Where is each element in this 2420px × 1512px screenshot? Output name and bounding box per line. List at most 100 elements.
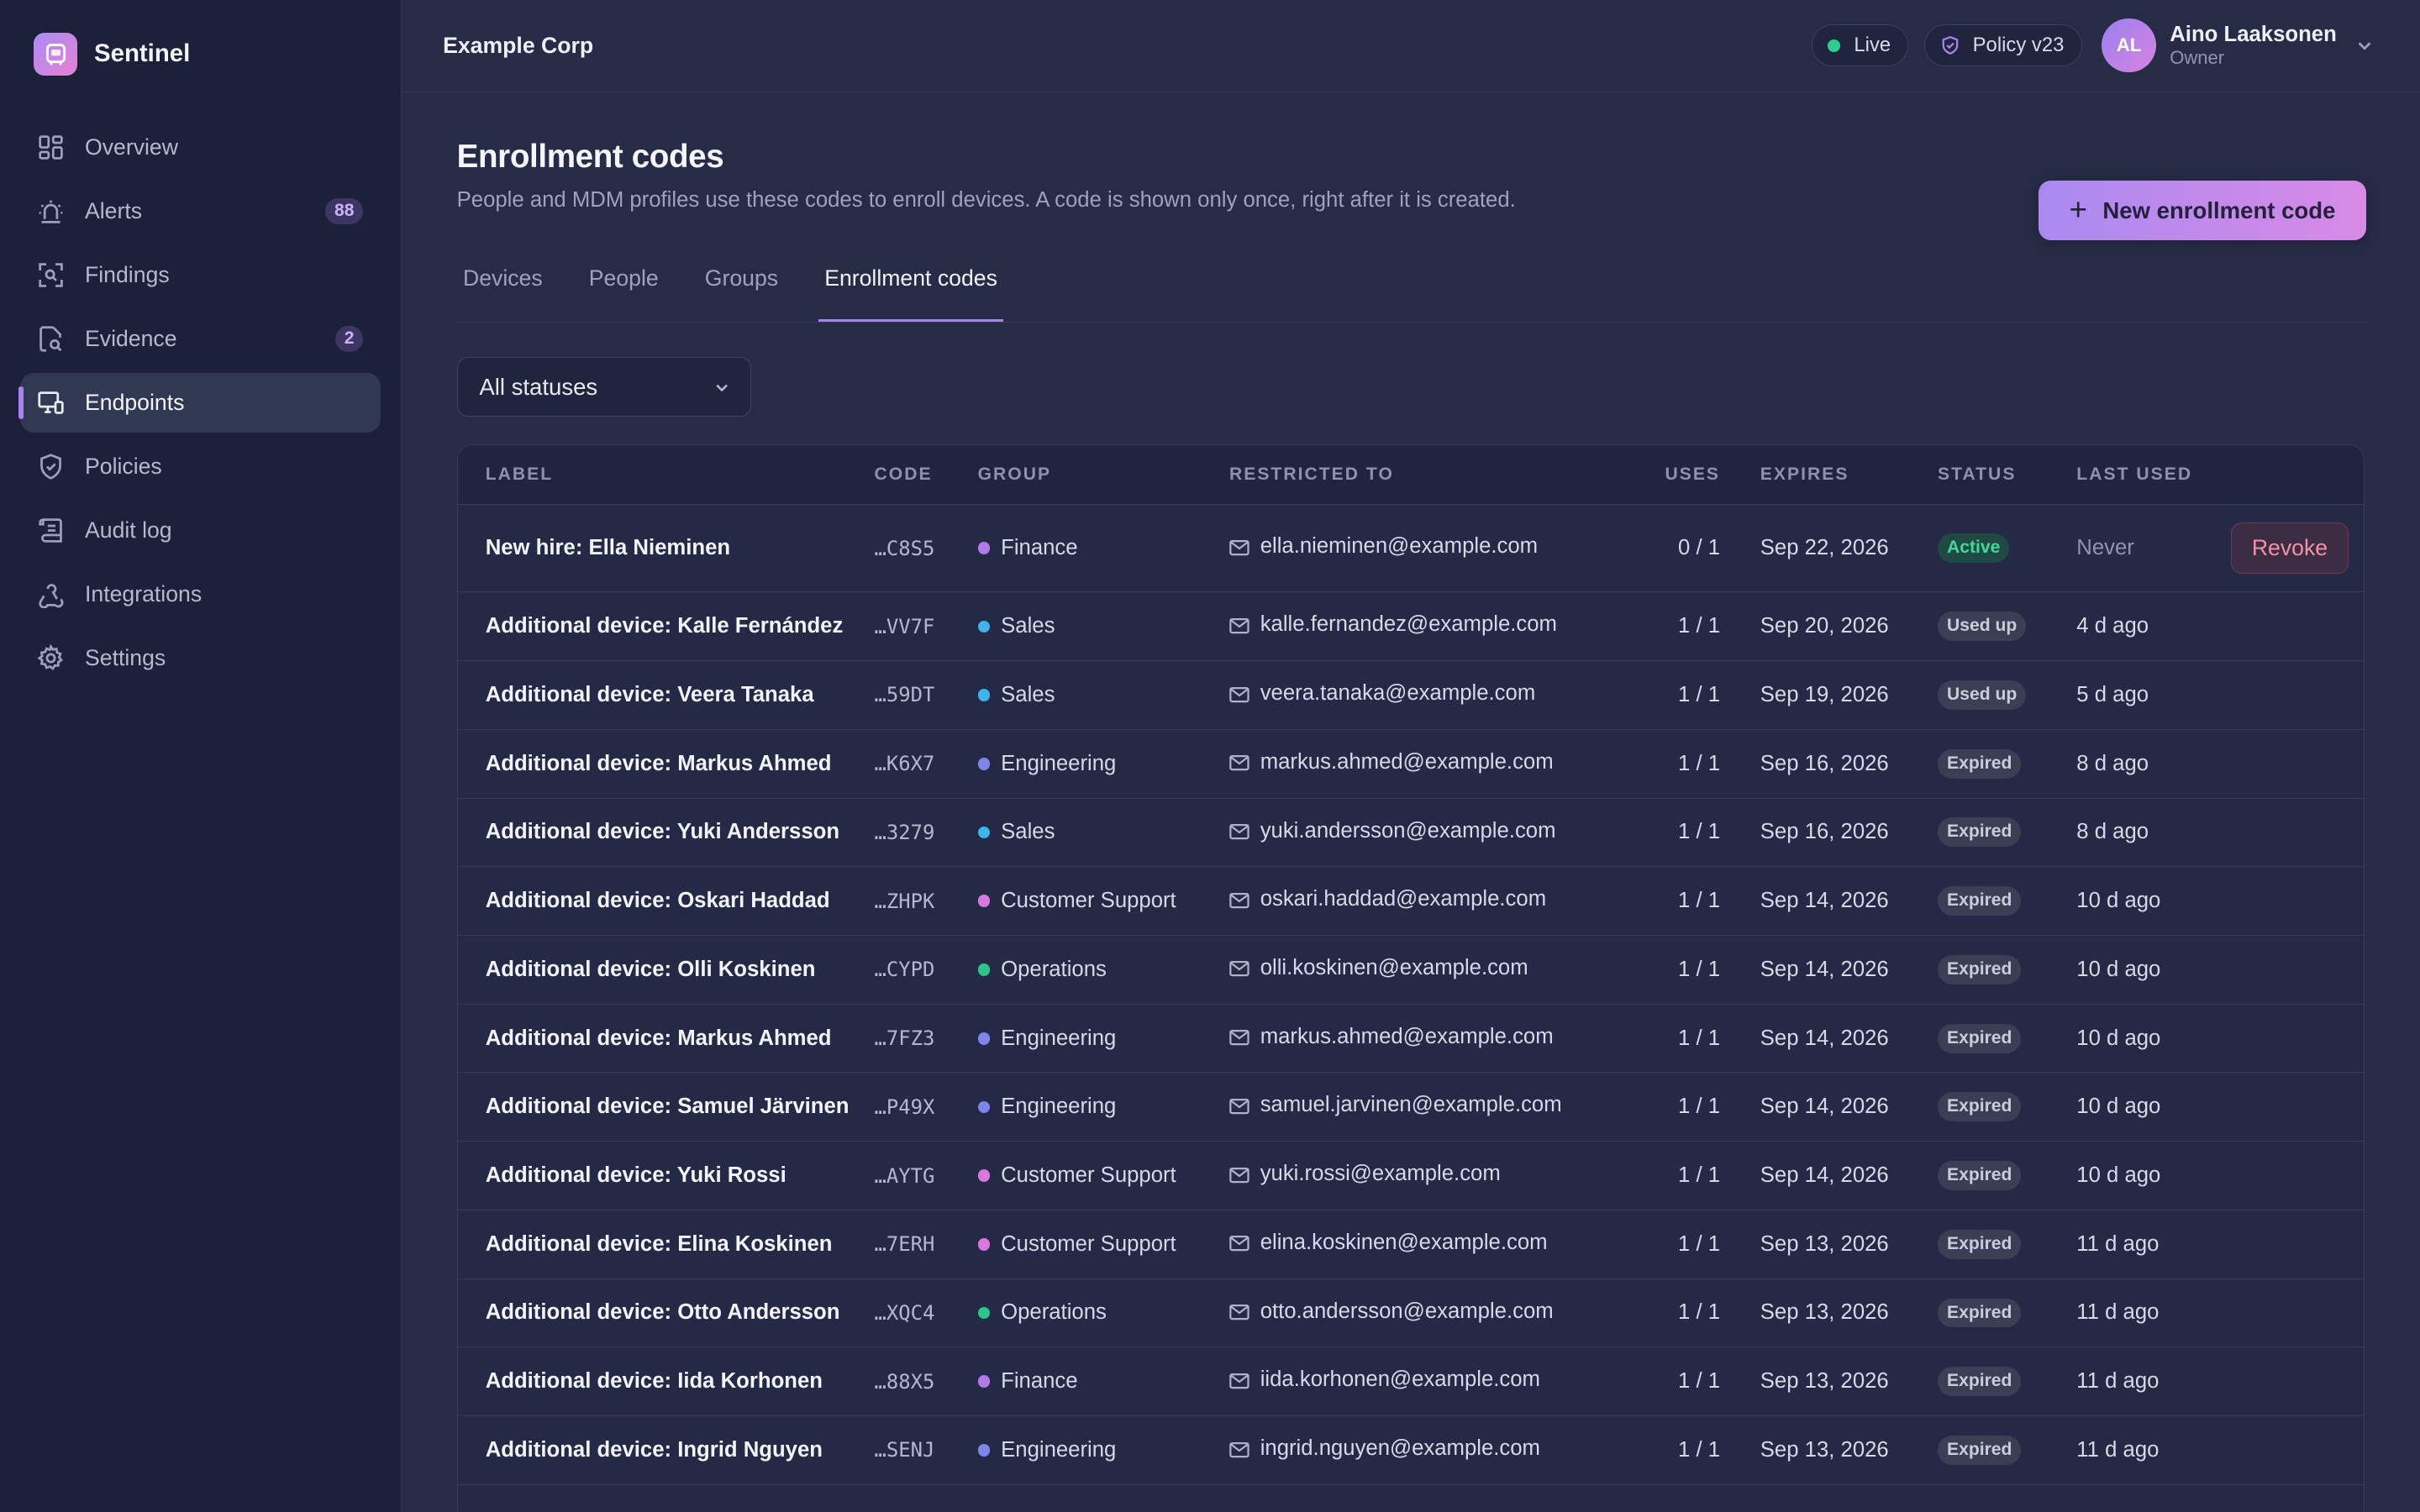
table-row[interactable]: Additional device: Veera Tanaka …59DT Sale… (457, 660, 2364, 730)
sidebar-item-evidence[interactable]: Evidence 2 (20, 309, 381, 370)
sidebar-item-overview[interactable]: Overview (20, 118, 381, 178)
new-enrollment-code-button[interactable]: + New enrollment code (2039, 180, 2366, 241)
column-header-uses[interactable]: USES (1645, 445, 1760, 505)
row-restricted-to: elina.koskinen@example.com (1228, 1210, 1646, 1279)
status-badge: Expired (1938, 1435, 2022, 1465)
row-uses: 1 / 1 (1645, 866, 1760, 937)
column-header-label[interactable]: LABEL (457, 445, 875, 505)
table-row[interactable]: Additional device: Yuki Andersson …3279 Sa… (457, 798, 2364, 868)
table-row[interactable]: Additional device: Elina Koskinen …7ERH Cu… (457, 1210, 2364, 1279)
table-row[interactable]: Additional device: Oskari Haddad …ZHPK Cus… (457, 866, 2364, 937)
row-last-used: 11 d ago (2076, 1210, 2231, 1279)
row-uses: 1 / 1 (1645, 660, 1760, 730)
row-status: Expired (1938, 1278, 2077, 1348)
row-expires: Sep 13, 2026 (1760, 1347, 1938, 1417)
tab-groups[interactable]: Groups (698, 255, 784, 322)
row-actions (2230, 1141, 2364, 1210)
row-last-used: 10 d ago (2076, 1004, 2231, 1074)
new-enrollment-code-label: New enrollment code (2102, 197, 2336, 223)
policy-version-pill[interactable]: Policy v23 (1923, 24, 2082, 66)
table-row[interactable]: New hire: Ella Nieminen …C8S5 Finance ella.… (457, 504, 2364, 593)
row-restricted-to: kalle.fernandez@example.com (1228, 591, 1646, 662)
group-dot-icon (977, 1306, 991, 1320)
row-status: Expired (1938, 935, 2077, 1005)
table-row[interactable]: Additional device: Yuki Rossi …AYTG Custom… (457, 1141, 2364, 1210)
row-last-used: 11 d ago (2076, 1347, 2231, 1417)
row-expires: Sep 14, 2026 (1760, 1141, 1938, 1210)
table-row[interactable]: Additional device: Iida Korhonen …88X5 Fin… (457, 1347, 2364, 1417)
row-restricted-to: olli.koskinen@example.com (1228, 935, 1646, 1005)
sidebar-item-endpoints[interactable]: Endpoints (18, 372, 381, 433)
org-name[interactable]: Example Corp (443, 33, 593, 59)
row-expires: Sep 13, 2026 (1760, 1415, 1938, 1485)
group-name: Customer Support (1001, 889, 1176, 913)
table-row[interactable]: Additional device: Markus Ahmed …K6X7 Engi… (457, 729, 2364, 799)
column-header-expires[interactable]: EXPIRES (1760, 445, 1938, 505)
user-info[interactable]: Aino Laaksonen Owner (2170, 23, 2337, 69)
table-row[interactable]: Additional device: Olli Koskinen …CYPD Ope… (457, 935, 2364, 1005)
row-expires: Sep 22, 2026 (1760, 504, 1938, 593)
table-row[interactable]: Additional device: Kalle Fernández …VV7F S… (457, 591, 2364, 662)
row-email: oskari.haddad@example.com (1260, 887, 1547, 911)
row-label: Additional device: Samuel Järvinen (457, 1072, 875, 1142)
group-dot-icon (977, 758, 991, 770)
sidebar-item-audit-log[interactable]: Audit log (20, 501, 381, 561)
brand[interactable]: Sentinel (0, 0, 401, 108)
status-filter-select[interactable]: All statuses (456, 356, 752, 417)
row-email: markus.ahmed@example.com (1260, 1024, 1554, 1048)
row-uses: 1 / 1 (1645, 935, 1760, 1005)
sidebar-item-settings[interactable]: Settings (20, 628, 381, 689)
row-uses: 1 / 1 (1645, 1004, 1760, 1074)
tab-people[interactable]: People (582, 255, 665, 322)
table-row[interactable]: Additional device: Otto Andersson …XQC4 Op… (457, 1278, 2364, 1348)
row-label: Additional device: Veera Tanaka (457, 660, 875, 730)
table-row[interactable]: Additional device: Ingrid Nguyen …SENJ Eng… (457, 1415, 2364, 1485)
column-header-status[interactable]: STATUS (1938, 445, 2077, 505)
row-last-used: 10 d ago (2076, 1141, 2231, 1210)
row-actions (2230, 1072, 2364, 1142)
row-code: …7FZ3 (874, 1004, 978, 1074)
group-name: Sales (1001, 614, 1055, 638)
tab-enrollment-codes[interactable]: Enrollment codes (818, 255, 1004, 322)
sidebar-item-alerts[interactable]: Alerts 88 (20, 181, 381, 242)
row-email: iida.korhonen@example.com (1260, 1368, 1540, 1392)
column-header-code[interactable]: CODE (874, 445, 978, 505)
topbar-right: Live Policy v23 AL Aino Laaksonen Owner (1811, 18, 2374, 73)
mail-icon (1229, 1440, 1249, 1464)
column-header-group[interactable]: GROUP (977, 445, 1229, 505)
group-name: Customer Support (1001, 1231, 1176, 1256)
row-restricted-to: markus.ahmed@example.com (1228, 1004, 1646, 1074)
chevron-down-icon[interactable] (2355, 36, 2374, 55)
row-label: Additional device: Yuki Andersson (457, 798, 875, 868)
row-label: Additional device: Markus Ahmed (457, 1004, 875, 1074)
row-status: Used up (1938, 591, 2077, 662)
avatar[interactable]: AL (2102, 18, 2156, 73)
sidebar-item-integrations[interactable]: Integrations (20, 564, 381, 625)
group-name: Operations (1001, 957, 1107, 981)
column-header-last-used[interactable]: LAST USED (2076, 445, 2231, 505)
row-uses: 1 / 1 (1645, 1415, 1760, 1485)
row-expires: Sep 14, 2026 (1760, 1072, 1938, 1142)
tab-devices[interactable]: Devices (457, 255, 549, 322)
table-row[interactable]: Additional device: Samuel Järvinen …P49X E… (457, 1072, 2364, 1142)
row-actions (2230, 1004, 2364, 1074)
topbar: Example Corp Live Policy v23 AL Aino Laa… (401, 0, 2420, 93)
grid-icon (37, 134, 65, 161)
sidebar-item-findings[interactable]: Findings (20, 245, 381, 306)
row-actions (2230, 798, 2364, 868)
row-restricted-to: oskari.haddad@example.com (1228, 866, 1646, 937)
sidebar-item-policies[interactable]: Policies (20, 437, 381, 497)
group-name: Sales (1001, 820, 1055, 844)
group-name: Sales (1001, 682, 1055, 706)
mail-icon (1229, 1302, 1249, 1326)
table-row[interactable]: Additional device: Markus Ahmed …7FZ3 Engi… (457, 1004, 2364, 1074)
group-name: Customer Support (1001, 1163, 1176, 1188)
live-status-pill[interactable]: Live (1811, 24, 1909, 66)
column-header-restricted-to[interactable]: RESTRICTED TO (1228, 445, 1646, 505)
status-badge: Used up (1938, 612, 2027, 642)
status-badge: Expired (1938, 954, 2022, 984)
revoke-button[interactable]: Revoke (2230, 522, 2349, 574)
row-code: …AYTG (874, 1141, 978, 1210)
row-expires: Sep 14, 2026 (1760, 866, 1938, 937)
row-label: Additional device: Kalle Fernández (457, 591, 875, 662)
